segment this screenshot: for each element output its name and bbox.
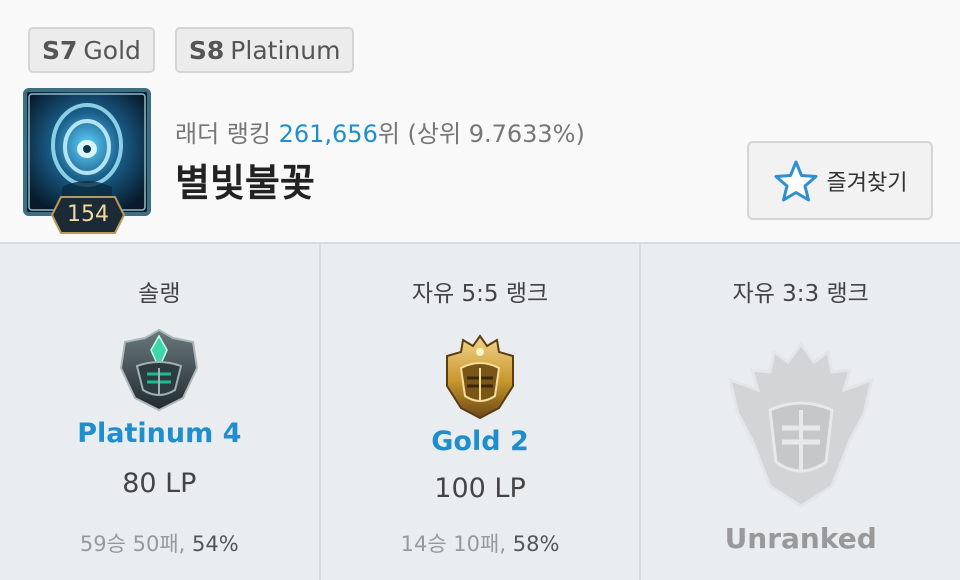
summoner-level: 154 [67, 202, 109, 227]
ladder-label: 래더 랭킹 [175, 120, 271, 148]
queue-name: 자유 3:3 랭크 [732, 281, 869, 307]
season-tier: Platinum [230, 35, 341, 65]
profile-header: S7 Gold S8 Platinum 154 래더 랭킹 261,656위 (… [0, 0, 960, 242]
level-badge: 154 [51, 195, 125, 235]
platinum-emblem-icon [117, 328, 201, 416]
win-loss-text: 14승 10패, [400, 532, 507, 556]
queue-name: 솔랭 [138, 281, 181, 307]
win-rate: 54% [192, 532, 239, 556]
tier-card-flex-5v5: 자유 5:5 랭크 Gold 2 100 LP 14승 10패, 58% [321, 244, 642, 580]
season-badge-s7: S7 Gold [28, 27, 155, 73]
ladder-ranking: 래더 랭킹 261,656위 (상위 9.7633%) [175, 114, 585, 149]
win-loss-record: 59승 50패, 54% [0, 528, 319, 558]
win-loss-record: 14승 10패, 58% [321, 528, 640, 558]
favorite-label: 즐겨찾기 [826, 170, 908, 196]
season-label: S8 [188, 35, 225, 65]
tier-card-solo: 솔랭 Platinum 4 80 LP 59승 50패, 54% [0, 244, 321, 580]
win-loss-text: 59승 50패, [79, 532, 186, 556]
gold-emblem-icon [441, 334, 519, 424]
star-icon [774, 160, 818, 201]
favorite-button[interactable]: 즐겨찾기 [747, 141, 933, 220]
tier-name-solo: Platinum 4 [77, 418, 242, 449]
tier-name-flex-5v5: Gold 2 [431, 426, 529, 457]
unranked-emblem-icon [726, 340, 876, 514]
season-badge-s8: S8 Platinum [174, 27, 355, 73]
tier-card-flex-3v3: 자유 3:3 랭크 Unranked [641, 244, 960, 580]
ladder-rank-suffix: 위 (상위 9.7633%) [377, 120, 585, 148]
tier-name-unranked: Unranked [724, 522, 877, 555]
profile-icon: 154 [22, 87, 152, 234]
queue-name: 자유 5:5 랭크 [411, 281, 549, 307]
season-tier: Gold [83, 35, 141, 65]
league-points: 100 LP [434, 473, 526, 504]
ladder-rank-number: 261,656 [278, 120, 378, 148]
season-label: S7 [42, 35, 78, 65]
ranked-tiers: 솔랭 Platinum 4 80 LP 59승 50패, 54% 자유 5:5 … [0, 242, 960, 580]
past-season-badges: S7 Gold S8 Platinum [28, 27, 355, 73]
league-points: 80 LP [122, 468, 197, 499]
win-rate: 58% [512, 532, 560, 556]
summoner-name: 별빛불꽃 [175, 161, 315, 205]
